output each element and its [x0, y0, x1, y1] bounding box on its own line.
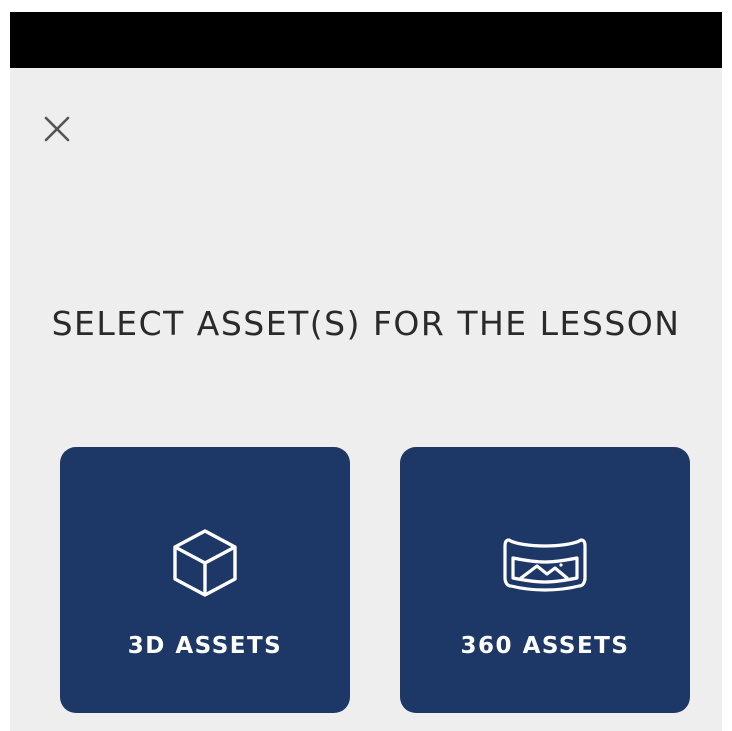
close-button[interactable]	[40, 112, 74, 146]
cube-icon-wrap	[60, 523, 350, 603]
cube-icon	[173, 529, 237, 597]
3d-assets-button[interactable]: 3D ASSETS	[60, 447, 350, 713]
3d-assets-label: 3D ASSETS	[127, 633, 283, 659]
top-bar	[10, 12, 722, 68]
panorama-icon	[503, 538, 587, 592]
close-icon	[44, 116, 70, 142]
asset-selection-dialog: SELECT ASSET(S) FOR THE LESSON 3D ASSETS…	[10, 12, 722, 731]
360-assets-button[interactable]: 360 ASSETS	[400, 447, 690, 713]
360-assets-label: 360 ASSETS	[460, 633, 630, 659]
panorama-icon-wrap	[400, 523, 690, 603]
dialog-title: SELECT ASSET(S) FOR THE LESSON	[51, 304, 681, 343]
